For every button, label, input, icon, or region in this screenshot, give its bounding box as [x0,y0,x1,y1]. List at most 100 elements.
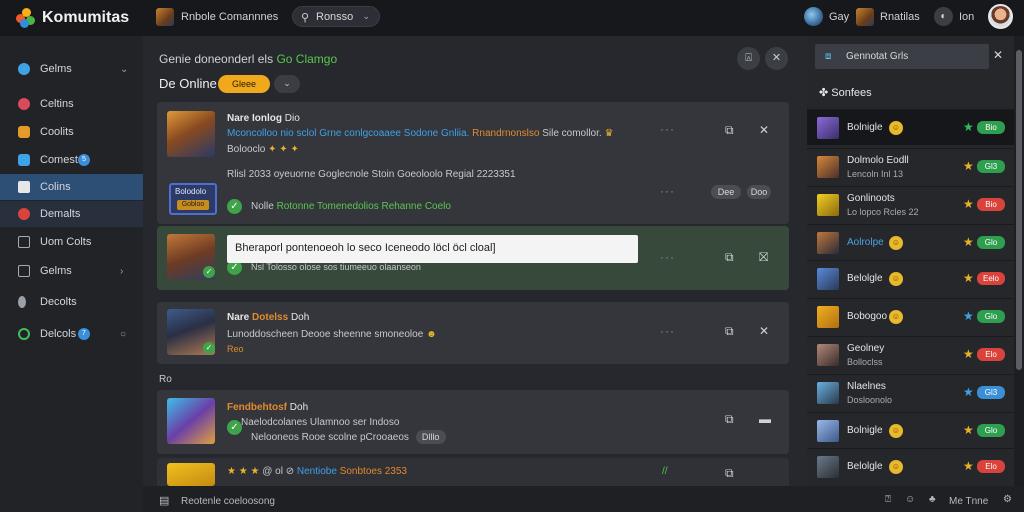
help-icon[interactable]: ⍰ [885,494,891,505]
sidebar-item-comest[interactable]: Comest 5 [0,147,143,173]
bookmark-icon[interactable]: ▬ [759,412,771,426]
close-icon[interactable]: ✕ [759,324,769,338]
footer-status-text[interactable]: Me Tnne [949,496,988,507]
footer-text[interactable]: Reotenle coeloosong [181,496,275,507]
sidebar-item-coolits[interactable]: Coolits [0,119,143,145]
more-icon[interactable]: ··· [660,324,675,338]
star-icon[interactable]: ★ [963,197,974,211]
more-icon[interactable]: ··· [660,122,675,136]
status-badge[interactable]: Gl3 [977,160,1005,173]
friend-row[interactable]: Nlaelnes Dosloonolo ★ Gl3 [807,374,1014,410]
share-icon[interactable]: ⧉ [725,412,734,427]
friend-name: Geolney [847,343,885,354]
card-line-blue: Mconcolloo nio sclol Grne conlgcoaaee So… [227,128,470,139]
close-icon[interactable]: ✕ [759,123,769,137]
sidebar-item-gelms-2[interactable]: Gelms › [0,258,143,284]
friend-row[interactable]: Gonlinoots Lo lopco Rcles 22 ★ Bio [807,186,1014,222]
card-line: ★ ★ ★ @ ol ⊘ Nentiobe Sonbtoes 2353 [227,466,407,477]
top-nav-text[interactable]: Rnbole Comannnes [181,11,278,23]
share-icon[interactable]: ⧉ [725,324,734,339]
filter-dropdown[interactable]: ⌄ [274,75,300,93]
status-badge[interactable]: Bio [977,198,1005,211]
close-icon: ✕ [771,52,782,64]
game-thumbnail-icon[interactable] [156,8,174,26]
status-badge[interactable]: Glo [977,310,1005,323]
star-icon[interactable]: ★ [963,423,974,437]
emoji-icon[interactable]: ☺ [905,494,915,505]
star-icon[interactable]: ★ [963,309,974,323]
card-title[interactable]: Nare Dotelss Doh [227,312,309,323]
card-title[interactable]: Fendbehtosf Doh [227,402,308,413]
activity-card[interactable]: Fendbehtosf Doh ✓ Naelodcolanes Ulamnoo … [157,390,789,454]
heading-highlight[interactable]: Go Clamgo [276,52,337,66]
friend-row[interactable]: Aolrolpe ☺ ★ Glo [807,224,1014,260]
notification-icon[interactable]: ◐ [934,7,953,26]
rank-badge-title: Bolodolo [175,187,207,196]
friend-row[interactable]: Belolgle ☺ ★ Elo [807,448,1014,484]
share-icon[interactable]: ⧉ [725,123,734,138]
star-icon[interactable]: ★ [963,347,974,361]
settings-icon[interactable]: ⚙ [1003,494,1012,505]
star-icon[interactable]: ★ [963,459,974,473]
star-icon[interactable]: ★ [963,159,974,173]
game-thumbnail-icon[interactable] [856,8,874,26]
mute-icon[interactable]: ⛝ [759,250,768,265]
sidebar-item-celtins[interactable]: Celtins [0,91,143,117]
sidebar-item-delcols[interactable]: Delcols 7 ○ [0,321,143,347]
scrollbar-thumb[interactable] [1016,50,1022,370]
status-badge[interactable]: Glo [977,236,1005,249]
status-badge[interactable]: Eelo [977,272,1005,285]
activity-card[interactable]: ✓ Nare Dotelss Doh Lunoddoscheen Deooe s… [157,302,789,364]
tag-pill[interactable]: Doo [747,185,771,199]
sidebar-item-colins[interactable]: Colins [0,174,143,200]
tag-pill[interactable]: Dlllo [415,430,446,444]
friend-row[interactable]: Bobogoo ☺ ★ Glo [807,298,1014,334]
controller-icon[interactable]: ♣ [929,494,936,505]
check-text-green[interactable]: Rotonne Tomenedolios Rehanne Coelo [277,201,451,212]
status-badge[interactable]: Elo [977,348,1005,361]
sidebar-item-demalts[interactable]: Demalts [0,201,143,227]
friend-row[interactable]: Belolgle ☺ ★ Eelo [807,260,1014,296]
more-icon[interactable]: ··· [660,250,675,264]
status-badge[interactable]: Glo [977,424,1005,437]
close-button[interactable]: ✕ [765,47,788,70]
search-input[interactable]: ⚲ Ronsso ⌄ [292,6,380,27]
star-icon[interactable]: ★ [963,120,974,134]
star-icon[interactable]: ★ [963,385,974,399]
emoji-icon: ☻ [426,329,437,340]
friend-row[interactable]: Dolmolo Eodll Lencoln Inl 13 ★ Gl3 [807,148,1014,184]
sidebar-item-gelms[interactable]: Gelms ⌄ [0,56,143,82]
star-icon[interactable]: ★ [963,271,974,285]
top-user-2[interactable]: Rnatilas [880,11,920,23]
lock-button[interactable]: ⍓ [737,47,760,70]
share-icon[interactable]: ⧉ [725,466,734,481]
compose-icon[interactable]: ▤ [159,494,169,507]
share-icon[interactable]: ⧉ [725,250,734,265]
sidebar-item-decolts[interactable]: Decolts [0,289,143,315]
close-icon[interactable]: ✕ [993,48,1003,62]
star-icon[interactable]: ★ [963,235,974,249]
avatar[interactable] [988,4,1013,29]
friend-status: Bolloclss [847,357,883,367]
grid-icon [18,265,30,277]
friend-row[interactable]: Geolney Bolloclss ★ Elo [807,336,1014,372]
top-user-3[interactable]: Ion [959,11,974,23]
scrollbar[interactable] [1014,36,1024,486]
card-title[interactable]: Nare Ionlog Dio [227,113,300,124]
sidebar-item-uom-colts[interactable]: Uom Colts [0,229,143,255]
status-badge[interactable]: Elo [977,460,1005,473]
status-badge[interactable]: Bio [977,121,1005,134]
app-logo[interactable]: Komumitas [16,8,129,28]
activity-card[interactable]: ★ ★ ★ @ ol ⊘ Nentiobe Sonbtoes 2353 // ⧉ [157,458,789,486]
activity-card[interactable]: Nare Ionlog Dio Mconcolloo nio sclol Grn… [157,102,789,224]
tag-pill[interactable]: Dee [711,185,741,199]
filter-pill[interactable]: Gleee [218,75,270,93]
friend-row[interactable]: Bolnigle ☺ ★ Bio [807,109,1014,145]
more-icon[interactable]: ··· [660,184,675,198]
top-user-1[interactable]: Gay [829,11,849,23]
card-title-suffix: Doh [289,402,309,413]
friend-row[interactable]: Bolnigle ☺ ★ Glo [807,412,1014,448]
status-badge[interactable]: Gl3 [977,386,1005,399]
friends-search-input[interactable]: ⧈ Gennotat Grls [815,44,989,69]
globe-icon[interactable] [804,7,823,26]
